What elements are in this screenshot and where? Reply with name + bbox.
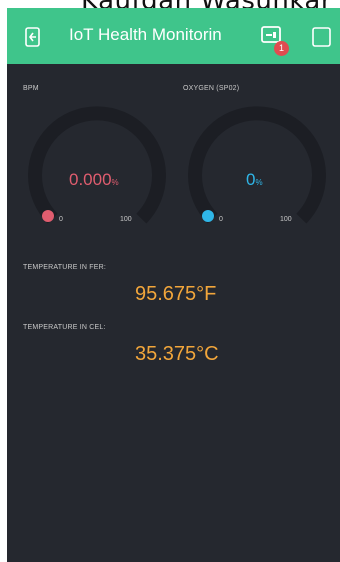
- app-header: IoT Health Monitorin 1: [7, 8, 340, 64]
- temp-fahrenheit-value: 95.675°F: [135, 283, 217, 305]
- temp-fahrenheit-label: TEMPERATURE IN FER:: [23, 264, 107, 271]
- page-title: IoT Health Monitorin: [69, 25, 222, 44]
- stop-icon[interactable]: [311, 26, 333, 48]
- oxygen-value: 0%: [246, 170, 263, 189]
- temp-celsius-value: 35.375°C: [135, 343, 219, 365]
- notification-badge: 1: [274, 41, 289, 56]
- oxygen-gauge-indicator: [202, 210, 214, 222]
- oxygen-min-tick: 0: [219, 216, 223, 223]
- oxygen-gauge: [188, 106, 326, 224]
- oxygen-max-tick: 100: [280, 216, 292, 223]
- temp-celsius-label: TEMPERATURE IN CEL:: [23, 324, 106, 331]
- app-screen: IoT Health Monitorin 1 BPM 0.000% 0 100 …: [7, 8, 340, 562]
- bpm-gauge-indicator: [42, 210, 54, 222]
- bpm-max-tick: 100: [120, 216, 132, 223]
- oxygen-label: OXYGEN (SP02): [183, 85, 240, 92]
- screenshot-frame: Kaufdan Wasunkar E IoT Health Monitorin …: [7, 0, 340, 562]
- bpm-label: BPM: [23, 85, 39, 92]
- bpm-value: 0.000%: [69, 170, 119, 189]
- bpm-gauge: [28, 106, 166, 224]
- bpm-min-tick: 0: [59, 216, 63, 223]
- exit-icon[interactable]: [23, 26, 45, 48]
